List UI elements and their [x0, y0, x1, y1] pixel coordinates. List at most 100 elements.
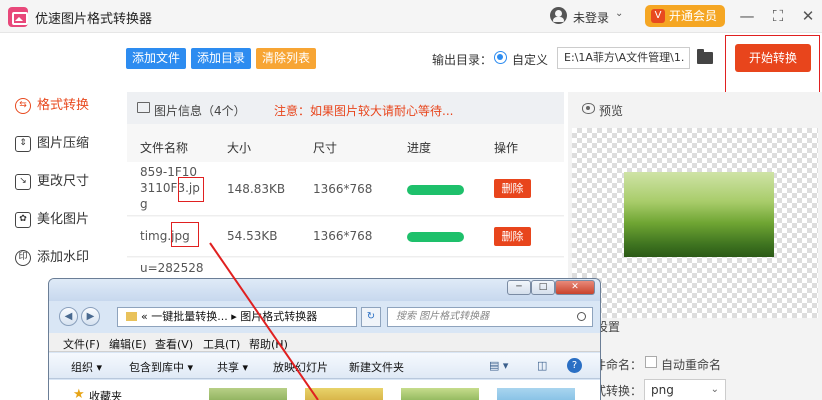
view-options-icon[interactable]: ▤ ▾: [489, 359, 508, 372]
login-status[interactable]: 未登录: [573, 9, 609, 26]
close-button[interactable]: ✕: [796, 4, 820, 28]
auto-rename-checkbox[interactable]: [645, 356, 657, 368]
sidebar-item-label: 添加水印: [37, 250, 90, 265]
column-header-progress: 进度: [407, 141, 432, 155]
column-header-action: 操作: [494, 141, 519, 155]
menu-help[interactable]: 帮助(H): [249, 336, 288, 352]
menu-file[interactable]: 文件(F): [63, 336, 100, 352]
custom-radio-label[interactable]: 自定义: [512, 51, 548, 68]
explorer-content: ★ 收藏夹: [49, 380, 600, 400]
star-icon: ★: [73, 387, 85, 400]
compress-icon: ⇕: [15, 136, 31, 152]
preview-panel: 预览 设置 件命名： 自动重命名 式转换： png ⌄: [568, 92, 822, 400]
favorites-item[interactable]: ★ 收藏夹: [73, 387, 122, 400]
file-size: 148.83KB: [227, 182, 286, 196]
watermark-icon: 印: [15, 250, 31, 266]
file-explorer-window[interactable]: ─ □ ✕ ◀ ▶ « 一键批量转换... ▸ 图片格式转换器 ↻ 搜索 图片格…: [48, 278, 601, 400]
highlight-box: [178, 177, 204, 202]
column-header-size: 大小: [227, 141, 252, 155]
clear-list-button[interactable]: 清除列表: [256, 48, 317, 69]
sidebar-item-label: 图片压缩: [37, 136, 90, 151]
address-bar[interactable]: « 一键批量转换... ▸ 图片格式转换器: [117, 307, 357, 327]
sidebar-item-beautify[interactable]: ✿ 美化图片: [15, 210, 89, 234]
refresh-button[interactable]: ↻: [361, 307, 381, 327]
address-text: « 一键批量转换... ▸ 图片格式转换器: [141, 310, 318, 323]
highlight-box: [171, 222, 199, 247]
format-value: png: [651, 383, 674, 397]
menu-view[interactable]: 查看(V): [155, 336, 193, 352]
column-header-name: 文件名称: [140, 141, 189, 155]
auto-rename-label[interactable]: 自动重命名: [661, 356, 721, 373]
folder-icon[interactable]: [697, 49, 713, 64]
vip-label: 开通会员: [669, 9, 718, 23]
thumbnail[interactable]: [401, 388, 479, 400]
file-dims: 1366*768: [313, 182, 373, 196]
explorer-close-button[interactable]: ✕: [555, 280, 595, 295]
file-size: 54.53KB: [227, 229, 278, 243]
rename-label: 件命名：: [594, 358, 643, 372]
info-bar: 图片信息（4个） 注意：如果图片较大请耐心等待...: [127, 92, 564, 124]
app-title: 优速图片格式转换器: [35, 12, 153, 27]
sidebar-item-resize[interactable]: ↘ 更改尺寸: [15, 172, 89, 196]
thumbnail[interactable]: [209, 388, 287, 400]
organize-button[interactable]: 组织 ▾: [71, 359, 102, 375]
back-button[interactable]: ◀: [59, 307, 78, 326]
help-icon[interactable]: ?: [567, 358, 582, 373]
user-icon[interactable]: [550, 7, 567, 24]
menu-edit[interactable]: 编辑(E): [109, 336, 147, 352]
preview-pane-icon[interactable]: ◫: [537, 359, 547, 372]
output-path-input[interactable]: E:\1A菲方\A文件管理\1.: [557, 47, 690, 69]
format-select[interactable]: png ⌄: [644, 379, 726, 400]
share-button[interactable]: 共享 ▾: [217, 359, 248, 375]
explorer-menu-bar: 文件(F) 编辑(E) 查看(V) 工具(T) 帮助(H): [49, 333, 600, 352]
column-header-dims: 尺寸: [313, 141, 338, 155]
title-bar: 优速图片格式转换器 未登录 ⌄ V 开通会员 — ⛶ ✕: [0, 0, 822, 33]
sidebar-item-label: 更改尺寸: [37, 174, 90, 189]
add-directory-button[interactable]: 添加目录: [191, 48, 252, 69]
explorer-search-input[interactable]: 搜索 图片格式转换器: [387, 307, 593, 327]
preview-image: [624, 172, 774, 257]
convert-format-label: 式转换：: [594, 384, 643, 398]
sidebar-item-label: 美化图片: [37, 212, 90, 227]
chevron-down-icon: ⌄: [710, 384, 719, 395]
favorites-label: 收藏夹: [89, 390, 122, 400]
app-logo-icon: [8, 7, 28, 27]
output-dir-label: 输出目录：: [432, 53, 493, 67]
search-icon[interactable]: [577, 312, 586, 321]
info-label: 图片信息（4个）: [154, 104, 246, 118]
include-in-library-button[interactable]: 包含到库中 ▾: [129, 359, 193, 375]
thumbnail[interactable]: [497, 388, 575, 400]
sidebar-item-watermark[interactable]: 印 添加水印: [15, 248, 89, 272]
delete-button[interactable]: 删除: [494, 227, 531, 246]
eye-icon: [582, 103, 595, 114]
search-placeholder: 搜索 图片格式转换器: [396, 311, 490, 322]
sidebar-item-format-convert[interactable]: ⇆ 格式转换: [15, 96, 89, 120]
file-dims: 1366*768: [313, 229, 373, 243]
slideshow-button[interactable]: 放映幻灯片: [273, 359, 328, 375]
add-file-button[interactable]: 添加文件: [126, 48, 187, 69]
explorer-minimize-button[interactable]: ─: [507, 280, 531, 295]
sidebar-item-compress[interactable]: ⇕ 图片压缩: [15, 134, 89, 158]
maximize-button[interactable]: ⛶: [766, 4, 790, 28]
thumbnail[interactable]: [305, 388, 383, 400]
new-folder-button[interactable]: 新建文件夹: [349, 359, 404, 375]
custom-radio[interactable]: [494, 51, 507, 64]
vip-button[interactable]: V 开通会员: [645, 5, 725, 27]
delete-button[interactable]: 删除: [494, 179, 531, 198]
chevron-down-icon[interactable]: ⌄: [615, 8, 623, 19]
explorer-toolbar: 组织 ▾ 包含到库中 ▾ 共享 ▾ 放映幻灯片 新建文件夹 ▤ ▾ ◫ ?: [49, 353, 600, 379]
progress-bar: [407, 185, 464, 195]
preview-title-text: 预览: [599, 104, 624, 118]
folder-icon: [126, 312, 137, 321]
preview-title: 预览: [582, 102, 623, 119]
highlight-box: [725, 35, 820, 94]
explorer-maximize-button[interactable]: □: [531, 280, 555, 295]
menu-tools[interactable]: 工具(T): [203, 336, 240, 352]
forward-button[interactable]: ▶: [81, 307, 100, 326]
explorer-caption: ─ □ ✕: [49, 279, 600, 301]
sidebar-item-label: 格式转换: [37, 98, 90, 113]
file-name: u=282528: [140, 260, 203, 276]
image-icon: [137, 102, 150, 113]
convert-icon: ⇆: [15, 98, 31, 114]
minimize-button[interactable]: —: [735, 4, 759, 28]
